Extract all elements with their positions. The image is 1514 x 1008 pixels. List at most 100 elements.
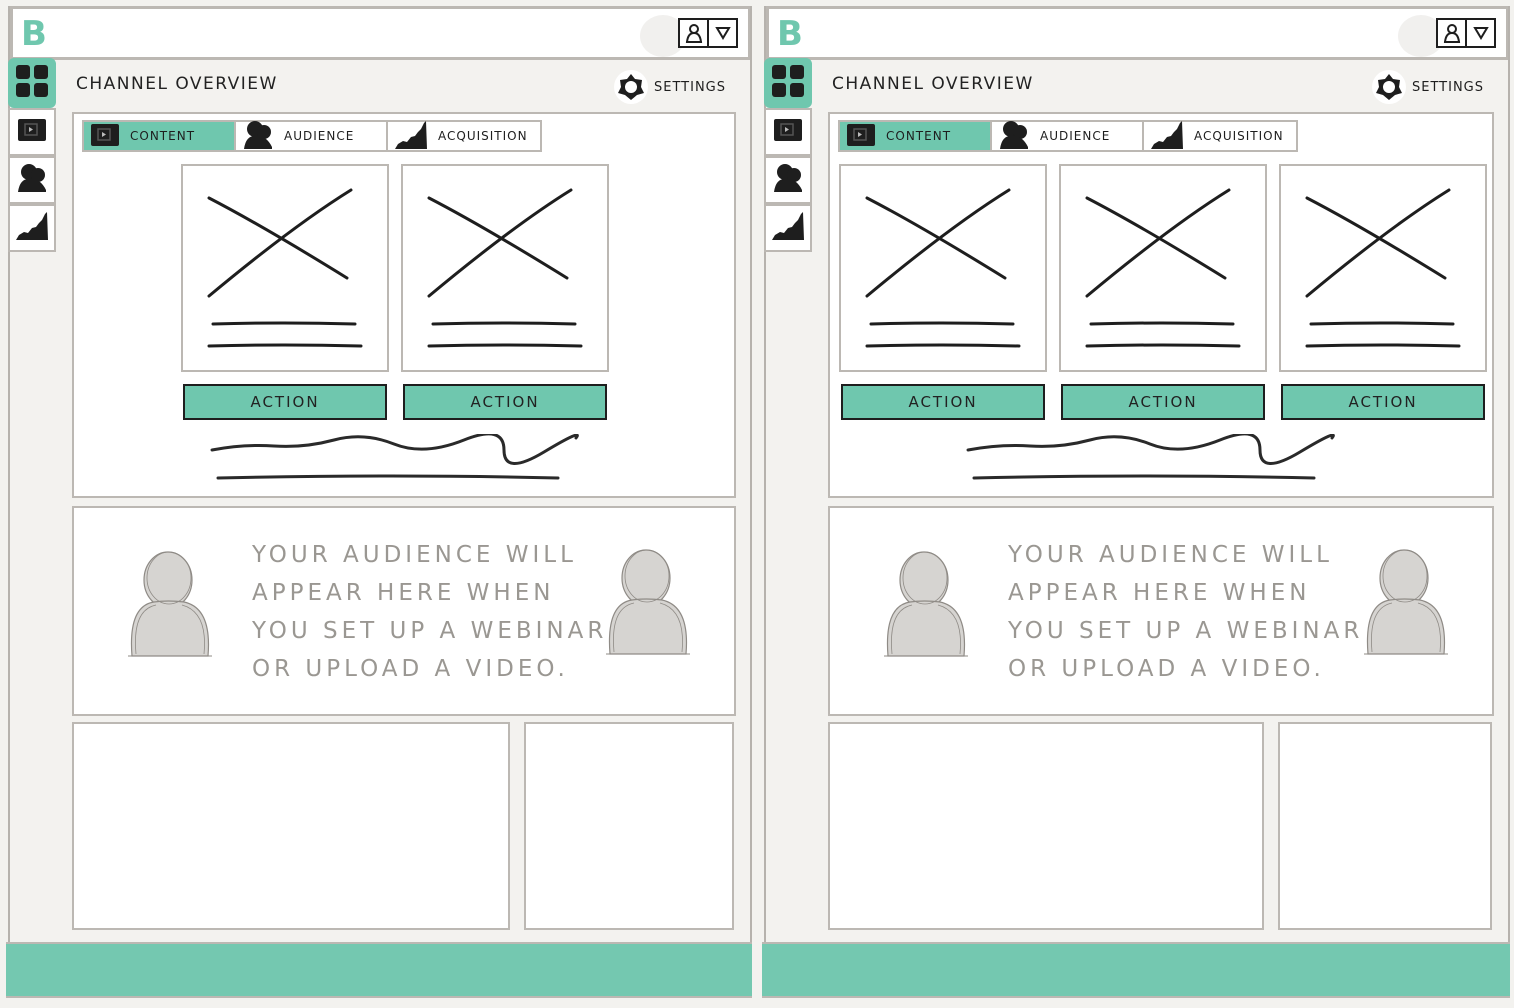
footer-bar (762, 942, 1510, 998)
card-list: ACTION ACTION (180, 164, 610, 420)
sidebar (764, 58, 814, 252)
action-label: ACTION (908, 393, 978, 411)
text-line (972, 474, 1316, 480)
text-line (865, 343, 1021, 348)
user-icon[interactable] (1438, 20, 1465, 46)
text-line (216, 474, 560, 480)
image-placeholder-icon (1305, 188, 1461, 348)
tab-label: CONTENT (886, 129, 952, 143)
person-placeholder-icon (880, 548, 970, 664)
audience-panel: YOUR AUDIENCE WILL APPEAR HERE WHEN YOU … (72, 506, 736, 716)
sidebar (8, 58, 58, 252)
text-line (431, 321, 577, 326)
user-menu[interactable] (678, 18, 738, 48)
content-card: ACTION (838, 164, 1048, 420)
card-thumbnail[interactable] (181, 164, 389, 372)
sidebar-item-audience[interactable] (8, 156, 56, 204)
person-placeholder-icon (1360, 546, 1450, 662)
settings-button[interactable]: SETTINGS (613, 70, 726, 104)
tab-label: AUDIENCE (1040, 129, 1111, 143)
settings-label: SETTINGS (653, 79, 726, 95)
wavy-text-line (210, 434, 579, 465)
sidebar-item-dashboard[interactable] (8, 58, 56, 108)
settings-button[interactable]: SETTINGS (1371, 70, 1484, 104)
tab-acquisition[interactable]: ACQUISITION (1144, 120, 1296, 153)
text-line (1085, 343, 1241, 348)
card-thumbnail[interactable] (839, 164, 1047, 372)
description-placeholder-lines (966, 434, 1335, 480)
tab-content[interactable]: CONTENT (84, 122, 236, 150)
footer-bar (6, 942, 752, 998)
user-menu[interactable] (1436, 18, 1496, 48)
card-thumbnail[interactable] (1059, 164, 1267, 372)
wireframe-three-cards: B CHANNEL OVERVIEW SETTINGS CONTENT AUDI… (756, 0, 1514, 1008)
action-label: ACTION (250, 393, 320, 411)
audience-icon (242, 119, 274, 154)
card-thumbnail[interactable] (401, 164, 609, 372)
empty-widget-large (828, 722, 1264, 930)
tab-label: AUDIENCE (284, 129, 355, 143)
acquisition-chart-icon (1150, 120, 1184, 153)
audience-empty-message: YOUR AUDIENCE WILL APPEAR HERE WHEN YOU … (1008, 542, 1364, 682)
text-line (211, 321, 357, 326)
dashboard-grid-icon (15, 64, 49, 102)
gear-icon (613, 70, 648, 104)
empty-widget-small (524, 722, 734, 930)
top-bar: B (10, 6, 750, 60)
image-placeholder-icon (865, 188, 1021, 348)
text-line (1305, 343, 1461, 348)
sidebar-item-acquisition[interactable] (764, 204, 812, 252)
text-line (207, 343, 363, 348)
image-placeholder-icon (207, 188, 363, 348)
text-line (1309, 321, 1455, 326)
card-list: ACTION ACTION ACTION (838, 164, 1488, 420)
image-placeholder-icon (427, 188, 583, 348)
sidebar-item-audience[interactable] (764, 156, 812, 204)
sidebar-item-acquisition[interactable] (8, 204, 56, 252)
tab-bar: CONTENT AUDIENCE ACQUISITION (838, 120, 1298, 152)
tab-audience[interactable]: AUDIENCE (992, 120, 1144, 150)
action-label: ACTION (1348, 393, 1418, 411)
card-thumbnail[interactable] (1279, 164, 1487, 372)
image-placeholder-icon (1085, 188, 1241, 348)
text-line (1089, 321, 1235, 326)
tab-content[interactable]: CONTENT (840, 122, 992, 150)
sidebar-item-content[interactable] (8, 108, 56, 156)
content-panel: CONTENT AUDIENCE ACQUISITION ACTION ACTI… (72, 112, 736, 498)
logo[interactable]: B (777, 15, 803, 53)
tab-audience[interactable]: AUDIENCE (236, 120, 388, 150)
action-label: ACTION (470, 393, 540, 411)
action-button[interactable]: ACTION (841, 384, 1045, 420)
settings-label: SETTINGS (1411, 79, 1484, 95)
sidebar-item-content[interactable] (764, 108, 812, 156)
content-card: ACTION (1058, 164, 1268, 420)
content-card: ACTION (400, 164, 610, 420)
action-button[interactable]: ACTION (403, 384, 607, 420)
user-icon[interactable] (680, 20, 707, 46)
tab-label: ACQUISITION (438, 129, 528, 143)
action-button[interactable]: ACTION (183, 384, 387, 420)
video-icon (90, 123, 120, 150)
content-card: ACTION (1278, 164, 1488, 420)
audience-panel: YOUR AUDIENCE WILL APPEAR HERE WHEN YOU … (828, 506, 1494, 716)
sidebar-item-dashboard[interactable] (764, 58, 812, 108)
tab-acquisition[interactable]: ACQUISITION (388, 120, 540, 150)
logo[interactable]: B (21, 15, 47, 53)
audience-empty-message: YOUR AUDIENCE WILL APPEAR HERE WHEN YOU … (252, 542, 608, 682)
top-bar: B (766, 6, 1508, 60)
action-button[interactable]: ACTION (1061, 384, 1265, 420)
audience-icon (16, 162, 48, 198)
video-icon (846, 123, 876, 150)
caret-down-icon[interactable] (1465, 20, 1494, 46)
tab-label: ACQUISITION (1194, 129, 1284, 143)
content-panel: CONTENT AUDIENCE ACQUISITION ACTION ACTI… (828, 112, 1494, 498)
caret-down-icon[interactable] (707, 20, 736, 46)
gear-icon (1371, 70, 1406, 104)
page-title: CHANNEL OVERVIEW (832, 74, 1034, 94)
action-button[interactable]: ACTION (1281, 384, 1485, 420)
tab-bar: CONTENT AUDIENCE ACQUISITION (82, 120, 542, 152)
empty-widget-small (1278, 722, 1492, 930)
wavy-text-line (966, 434, 1335, 465)
video-icon (773, 118, 803, 146)
text-line (869, 321, 1015, 326)
